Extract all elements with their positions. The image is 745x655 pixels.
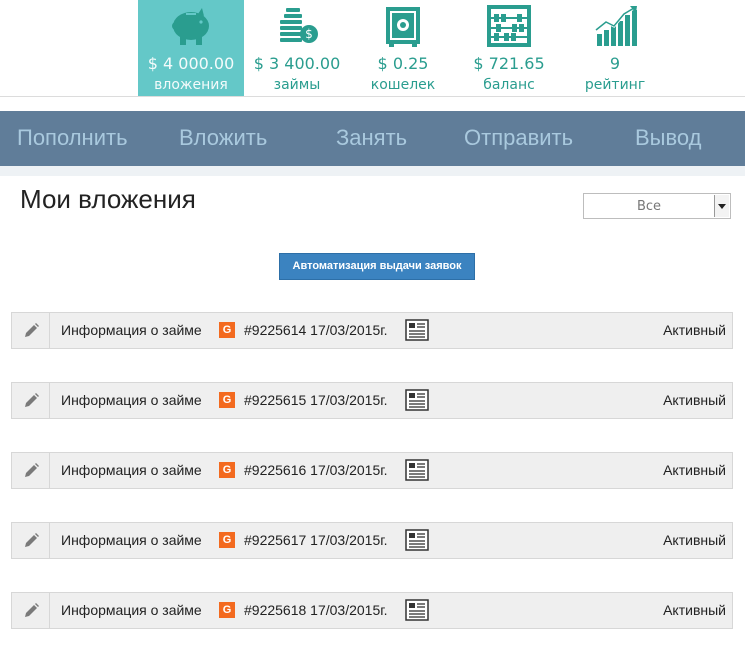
loan-number: #9225617 17/03/2015г. <box>244 532 388 548</box>
loan-number: #9225615 17/03/2015г. <box>244 392 388 408</box>
loan-row: Информация о займе G #9225615 17/03/2015… <box>11 382 733 419</box>
loan-info-link[interactable]: Информация о займе <box>61 532 202 548</box>
stat-amount: $ 721.65 <box>473 54 545 73</box>
pencil-icon[interactable] <box>12 593 50 628</box>
loan-info-link[interactable]: Информация о займе <box>61 462 202 478</box>
g-badge-icon: G <box>219 532 235 548</box>
document-icon[interactable] <box>405 389 429 411</box>
svg-text:$: $ <box>305 27 313 41</box>
automation-button[interactable]: Автоматизация выдачи заявок <box>279 253 475 280</box>
loan-number: #9225616 17/03/2015г. <box>244 462 388 478</box>
document-icon[interactable] <box>405 459 429 481</box>
stat-loans[interactable]: $ $ 3 400.00 займы <box>244 0 350 96</box>
pencil-icon[interactable] <box>12 453 50 488</box>
pencil-icon[interactable] <box>12 523 50 558</box>
stat-balance[interactable]: $ 721.65 баланс <box>456 0 562 96</box>
abacus-icon <box>456 4 562 50</box>
chevron-down-icon[interactable] <box>714 195 729 217</box>
page-title: Мои вложения <box>20 184 196 214</box>
divider <box>0 166 745 176</box>
divider <box>0 96 745 97</box>
send-button[interactable]: Отправить <box>464 125 573 151</box>
stat-wallet[interactable]: $ 0.25 кошелек <box>350 0 456 96</box>
borrow-button[interactable]: Занять <box>336 125 407 151</box>
stat-rating[interactable]: 9 рейтинг <box>562 0 668 96</box>
deposit-button[interactable]: Пополнить <box>17 125 128 151</box>
loan-row: Информация о займе G #9225618 17/03/2015… <box>11 592 733 629</box>
stat-label: баланс <box>483 77 535 93</box>
status-badge: Активный <box>663 392 726 408</box>
status-badge: Активный <box>663 462 726 478</box>
safe-icon <box>350 4 456 50</box>
withdraw-button[interactable]: Вывод <box>635 125 702 151</box>
rating-chart-icon <box>562 4 668 50</box>
document-icon[interactable] <box>405 319 429 341</box>
document-icon[interactable] <box>405 529 429 551</box>
status-filter-select[interactable]: Все <box>583 193 731 219</box>
loan-row: Информация о займе G #9225614 17/03/2015… <box>11 312 733 349</box>
stat-label: вложения <box>154 77 228 93</box>
document-icon[interactable] <box>405 599 429 621</box>
stat-label: кошелек <box>370 77 436 93</box>
loan-row: Информация о займе G #9225616 17/03/2015… <box>11 452 733 489</box>
status-badge: Активный <box>663 322 726 338</box>
g-badge-icon: G <box>219 322 235 338</box>
loan-row: Информация о займе G #9225617 17/03/2015… <box>11 522 733 559</box>
pencil-icon[interactable] <box>12 383 50 418</box>
stats-bar: $ 4 000.00 вложения $ $ 3 400.00 займы $… <box>138 0 668 96</box>
g-badge-icon: G <box>219 392 235 408</box>
loan-number: #9225618 17/03/2015г. <box>244 602 388 618</box>
stat-investments[interactable]: $ 4 000.00 вложения <box>138 0 244 96</box>
stat-amount: $ 0.25 <box>377 54 429 73</box>
filter-value: Все <box>636 199 662 214</box>
loan-info-link[interactable]: Информация о займе <box>61 392 202 408</box>
status-badge: Активный <box>663 602 726 618</box>
coins-icon: $ <box>244 4 350 50</box>
invest-button[interactable]: Вложить <box>179 125 267 151</box>
status-badge: Активный <box>663 532 726 548</box>
piggy-bank-icon <box>138 4 244 50</box>
loan-info-link[interactable]: Информация о займе <box>61 322 202 338</box>
g-badge-icon: G <box>219 602 235 618</box>
stat-amount: $ 3 400.00 <box>253 54 341 73</box>
stat-amount: $ 4 000.00 <box>147 54 235 73</box>
stat-amount: 9 <box>609 54 621 73</box>
loan-info-link[interactable]: Информация о займе <box>61 602 202 618</box>
g-badge-icon: G <box>219 462 235 478</box>
pencil-icon[interactable] <box>12 313 50 348</box>
stat-label: рейтинг <box>584 77 646 93</box>
action-bar: Пополнить Вложить Занять Отправить Вывод <box>0 111 745 166</box>
loan-number: #9225614 17/03/2015г. <box>244 322 388 338</box>
stat-label: займы <box>273 77 321 93</box>
